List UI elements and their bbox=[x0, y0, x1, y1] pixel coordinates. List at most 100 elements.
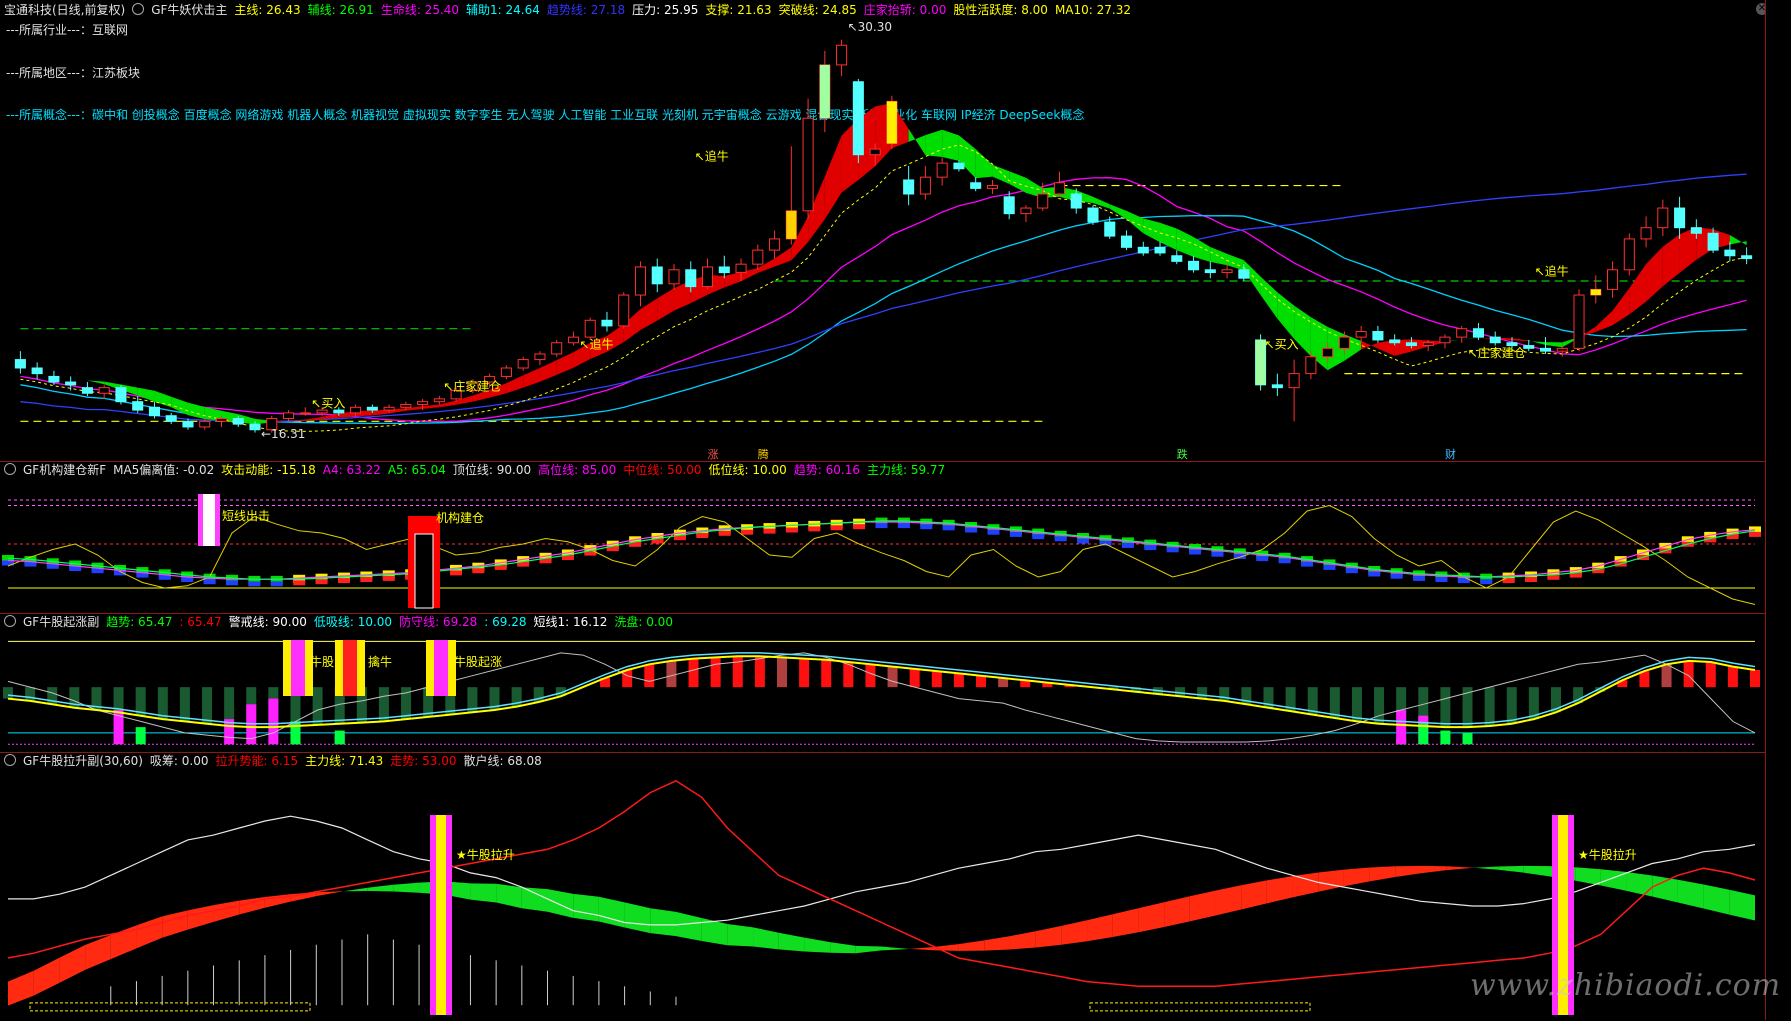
institution-build-pane[interactable]: 短线出击 机构建仓 GF机构建仓新F MA5偏离值: -0.02 攻击动能: -15.… bbox=[0, 461, 1765, 614]
block-bar-2 bbox=[763, 528, 776, 534]
histogram-bar bbox=[666, 660, 677, 688]
ribbon-band bbox=[1677, 879, 1704, 909]
block-bar-2 bbox=[1211, 551, 1224, 557]
candle-body bbox=[1271, 384, 1283, 389]
candle-body bbox=[869, 148, 881, 156]
main-price-pane[interactable]: 宝通科技(日线,前复权) GF牛妖伏击主 主线: 26.43 辅线: 26.91 生命线… bbox=[0, 0, 1768, 461]
trend-band bbox=[958, 135, 976, 179]
stock-chart-window: 宝通科技(日线,前复权) GF牛妖伏击主 主线: 26.43 辅线: 26.91 生命线… bbox=[0, 0, 1791, 1020]
histogram-bar bbox=[1506, 687, 1517, 724]
candle-body bbox=[98, 387, 110, 394]
low-bar bbox=[290, 727, 301, 745]
build-label: ↖庄家建仓 bbox=[443, 378, 501, 393]
candle-body bbox=[986, 185, 998, 189]
ribbon-band bbox=[213, 900, 240, 922]
rise-start-chart[interactable]: 牛股 擒牛 牛股起涨 bbox=[0, 614, 1765, 753]
histogram-bar bbox=[865, 664, 876, 688]
candle-body bbox=[199, 420, 211, 428]
signal-candle bbox=[1590, 289, 1601, 296]
candle-body bbox=[752, 249, 764, 265]
header-item: 高位线: 85.00 bbox=[538, 463, 617, 477]
candle-body bbox=[1623, 238, 1635, 271]
trend-band bbox=[1260, 276, 1278, 319]
block-bar-2 bbox=[830, 525, 843, 531]
ribbon-band bbox=[907, 946, 933, 951]
ribbon-band bbox=[136, 916, 163, 949]
ribbon-band bbox=[1421, 865, 1447, 874]
institution-build-chart[interactable]: 短线出击 机构建仓 bbox=[0, 462, 1765, 614]
candle-body bbox=[1690, 227, 1702, 234]
ribbon-band bbox=[1061, 920, 1088, 945]
block-bar-2 bbox=[1301, 561, 1314, 567]
rise-start-pane[interactable]: 牛股 擒牛 牛股起涨 GF牛股起涨副 趋势: 65.47: 65.47 警戒线: 90.… bbox=[0, 613, 1765, 753]
histogram-bar bbox=[1351, 687, 1362, 722]
candlestick-chart[interactable]: ↖30.30 ←16.31 ↖追牛 ↖追牛 ↖追牛 ↖庄家建仓 ↖庄家建仓 ↖买入 ↖买入涨 腾 跌… bbox=[0, 0, 1765, 461]
block-bar-2 bbox=[248, 581, 261, 587]
header-item: 吸筹: 0.00 bbox=[149, 754, 209, 768]
low-bar bbox=[1396, 710, 1407, 745]
candle-body bbox=[517, 359, 529, 369]
block-bar-2 bbox=[1144, 545, 1157, 551]
histogram-bar bbox=[1727, 666, 1738, 688]
header-item: GF机构建仓新F bbox=[23, 463, 107, 477]
ribbon-band bbox=[1729, 889, 1755, 921]
settings-icon[interactable] bbox=[4, 463, 16, 475]
block-bar-2 bbox=[225, 580, 238, 586]
trend-band bbox=[1193, 237, 1211, 262]
trend-band bbox=[640, 298, 658, 330]
candle-body bbox=[1707, 232, 1719, 251]
header-item: GF牛股起涨副 bbox=[23, 615, 100, 629]
histogram-bar bbox=[887, 666, 898, 688]
candle-body bbox=[165, 415, 177, 422]
candle-body bbox=[1070, 193, 1082, 209]
candle-body bbox=[769, 238, 781, 251]
histogram-bar bbox=[754, 656, 765, 688]
block-bar-2 bbox=[1323, 564, 1336, 570]
trend-band bbox=[824, 135, 842, 220]
low-bar bbox=[268, 698, 279, 745]
trend-band bbox=[657, 288, 675, 321]
ribbon-band bbox=[8, 970, 34, 1006]
trend-band bbox=[908, 128, 926, 156]
candle-body bbox=[802, 117, 814, 212]
histogram-bar bbox=[179, 687, 190, 722]
candle-body bbox=[651, 266, 663, 285]
low-bar bbox=[334, 735, 345, 745]
trend-band bbox=[1528, 340, 1546, 345]
candle-body bbox=[215, 418, 228, 422]
trend-band bbox=[1092, 196, 1110, 209]
block-bar-2 bbox=[337, 578, 350, 584]
trend-band bbox=[87, 380, 105, 385]
histogram-bar bbox=[821, 659, 832, 688]
candle-body bbox=[1741, 255, 1753, 260]
histogram-bar bbox=[799, 658, 810, 688]
candle-body bbox=[534, 353, 546, 361]
settings-icon[interactable] bbox=[4, 754, 16, 766]
histogram-bar bbox=[378, 687, 389, 722]
right-scroll-strip[interactable] bbox=[1765, 0, 1791, 1020]
block-bar-2 bbox=[718, 530, 731, 536]
chase-label: ↖追牛 bbox=[695, 148, 729, 163]
candle-body bbox=[1489, 336, 1501, 344]
candle-body bbox=[1120, 235, 1133, 248]
buy-label: ↖买入 bbox=[311, 396, 345, 410]
candle-body bbox=[1305, 356, 1317, 375]
candle-body bbox=[115, 387, 127, 403]
header-item: 中位线: 50.00 bbox=[623, 463, 702, 477]
histogram-bar bbox=[1705, 662, 1716, 688]
candle-body bbox=[1037, 193, 1049, 209]
a5-line bbox=[7, 520, 1756, 580]
candle-body bbox=[31, 367, 43, 375]
candle-body bbox=[366, 406, 378, 411]
ribbon-band bbox=[1266, 876, 1293, 904]
ribbon-band bbox=[1523, 865, 1550, 877]
block-bar-2 bbox=[987, 529, 1000, 535]
candle-body bbox=[970, 182, 982, 189]
ribbon-band bbox=[675, 911, 702, 941]
signal-bar-inner bbox=[203, 494, 215, 546]
low-bar bbox=[1462, 732, 1473, 745]
block-bar-2 bbox=[875, 523, 888, 529]
settings-icon[interactable] bbox=[4, 615, 16, 627]
candle-body bbox=[1724, 249, 1736, 257]
trend-band bbox=[1009, 171, 1026, 193]
